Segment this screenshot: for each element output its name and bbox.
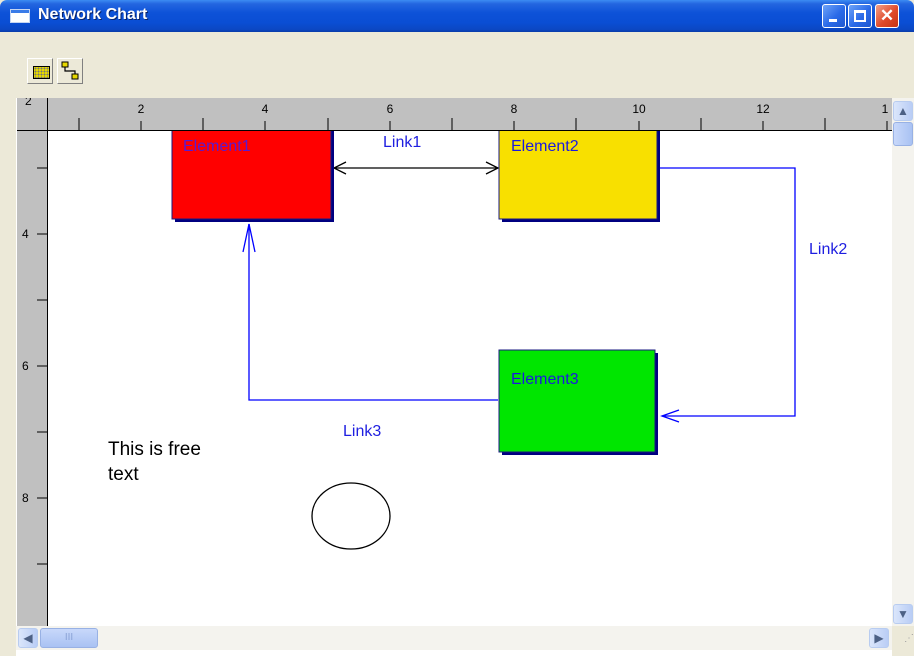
element2-node[interactable]: Element2	[498, 121, 660, 222]
vertical-scroll-thumb[interactable]	[893, 122, 913, 146]
scroll-left-button[interactable]: ◀	[18, 628, 38, 648]
link3[interactable]	[242, 223, 498, 401]
v-ruler-label-4: 4	[22, 227, 29, 241]
element3-box	[498, 349, 656, 453]
horizontal-scrollbar[interactable]	[16, 626, 892, 650]
h-ruler-label-4: 4	[262, 102, 269, 116]
h-ruler-label-10: 10	[632, 102, 646, 116]
scroll-up-button[interactable]: ▲	[893, 101, 913, 121]
v-ruler-label-6: 6	[22, 359, 29, 373]
element1-label: Element1	[183, 138, 251, 155]
link1[interactable]	[332, 161, 500, 175]
free-text-line-1: This is free	[108, 439, 201, 460]
element3-node[interactable]: Element3	[498, 349, 658, 455]
element1-box	[171, 121, 332, 220]
link2[interactable]	[660, 167, 796, 423]
vertical-ruler: 4 6 8	[17, 131, 48, 626]
element3-label: Element3	[511, 371, 579, 388]
ruler-corner: 2	[17, 94, 48, 131]
chevron-up-icon: ▲	[897, 104, 909, 118]
chevron-right-icon: ▶	[874, 631, 884, 645]
v-ruler-label-8: 8	[22, 491, 29, 505]
h-ruler-label-12: 12	[756, 102, 770, 116]
horizontal-ruler: 2 4 6 8 10 12 1	[48, 98, 892, 131]
h-ruler-label-14: 1	[882, 102, 889, 116]
chevron-down-icon: ▼	[897, 607, 909, 621]
scroll-down-button[interactable]: ▼	[893, 604, 913, 624]
element2-label: Element2	[511, 138, 579, 155]
link3-label: Link3	[343, 423, 381, 440]
scroll-right-button[interactable]: ▶	[869, 628, 889, 648]
h-ruler-label-8: 8	[511, 102, 518, 116]
free-text-line-2: text	[108, 464, 139, 485]
link2-line	[660, 167, 796, 417]
vertical-scrollbar[interactable]	[892, 98, 914, 626]
free-text[interactable]: This is free text	[108, 439, 201, 485]
ellipse-shape[interactable]	[311, 482, 391, 550]
element1-node[interactable]: Element1	[171, 121, 334, 222]
link2-label: Link2	[809, 241, 847, 258]
h-ruler-label-2: 2	[138, 102, 145, 116]
h-ruler-label-6: 6	[387, 102, 394, 116]
ruler-corner-label: 2	[25, 98, 32, 108]
link3-line	[248, 224, 498, 401]
chevron-left-icon: ◀	[23, 631, 33, 645]
resize-grip-icon[interactable]: ⋰	[892, 626, 914, 656]
horizontal-scroll-thumb[interactable]: III	[40, 628, 98, 648]
element2-box	[498, 121, 658, 220]
link1-label: Link1	[383, 134, 421, 151]
